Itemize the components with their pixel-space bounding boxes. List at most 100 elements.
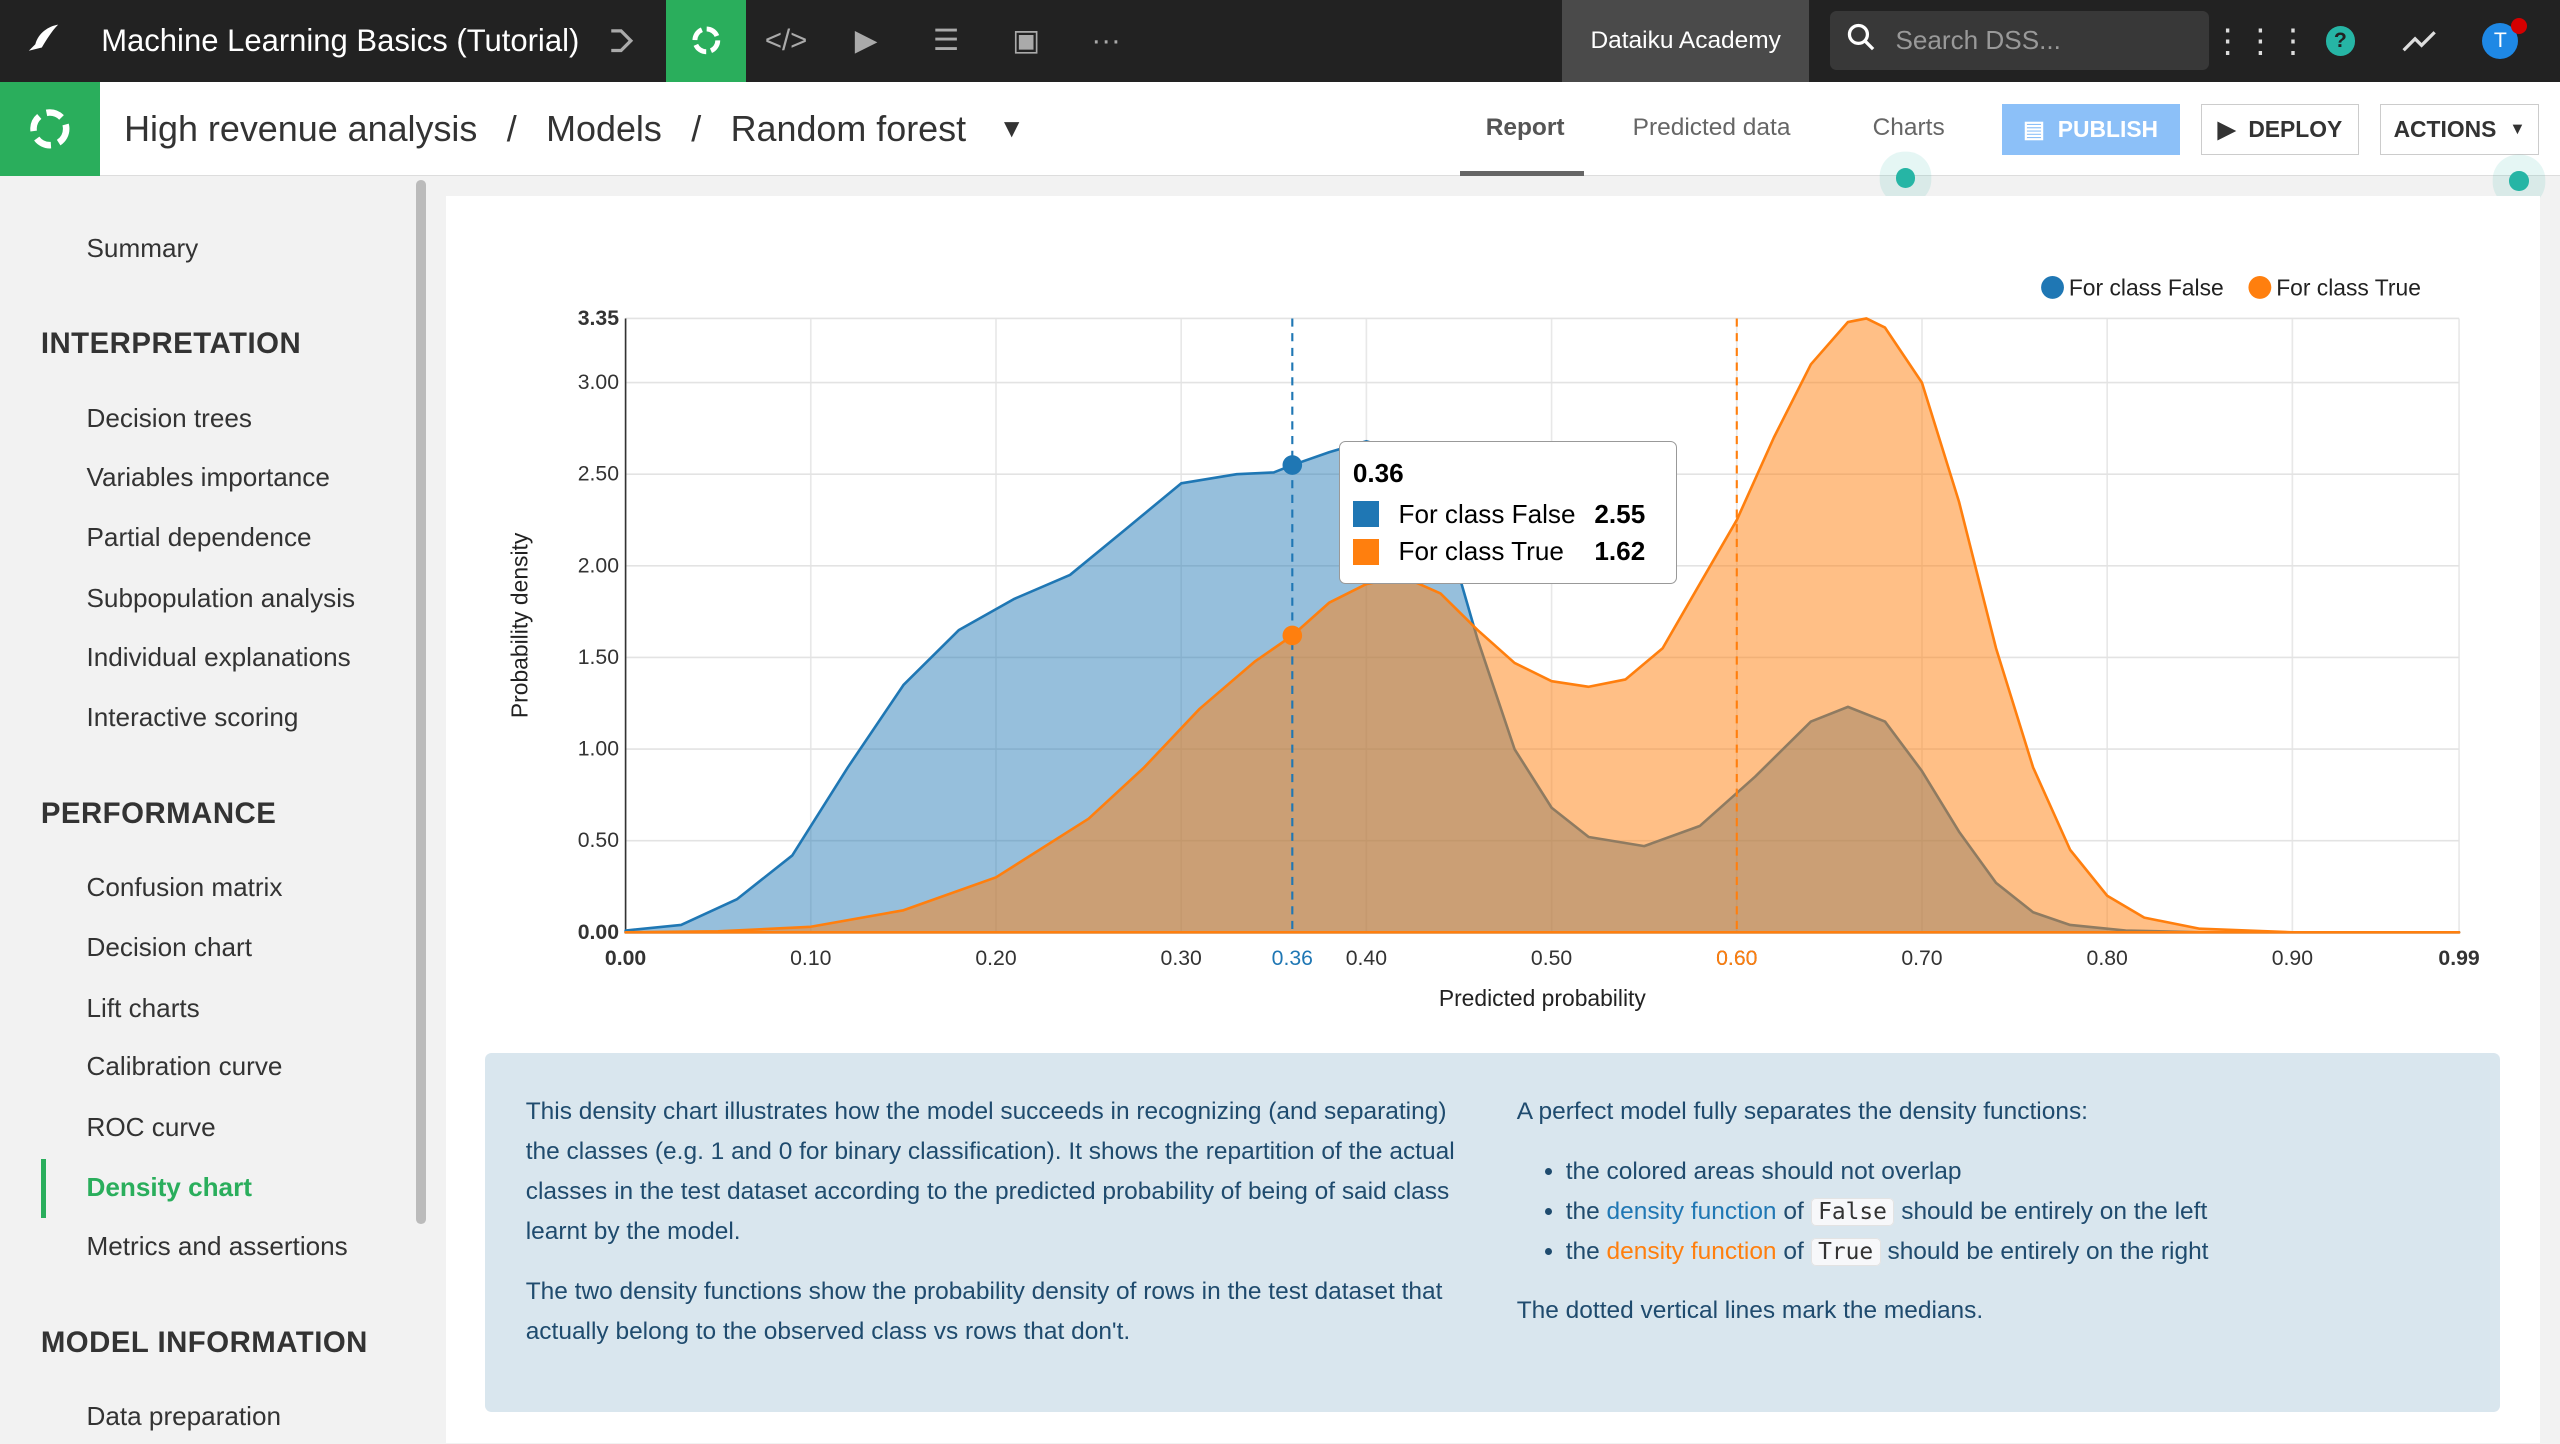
x-tick-label: 0.50 bbox=[1531, 947, 1572, 970]
breadcrumb-models[interactable]: Models bbox=[546, 108, 662, 150]
sidebar-item-data-preparation[interactable]: Data preparation bbox=[87, 1401, 282, 1432]
y-tick-label: 3.00 bbox=[577, 371, 618, 394]
dashboards-icon[interactable]: ☰ bbox=[906, 0, 986, 82]
tutorial-hotspot[interactable] bbox=[2509, 171, 2529, 191]
tab-predicted-data[interactable]: Predicted data bbox=[1633, 114, 1791, 142]
model-type-icon bbox=[0, 81, 100, 177]
sidebar-item-individual-explanations[interactable]: Individual explanations bbox=[87, 642, 351, 673]
deploy-button[interactable]: ▶ DEPLOY bbox=[2200, 104, 2360, 156]
chart-tooltip: 0.36 For class False 2.55 For class True… bbox=[1338, 440, 1677, 585]
top-navbar: Machine Learning Basics (Tutorial) </> ▶… bbox=[0, 0, 2560, 82]
active-tab-indicator bbox=[1459, 171, 1584, 177]
search-placeholder: Search DSS... bbox=[1895, 25, 2061, 56]
x-tick-label: 0.90 bbox=[2271, 947, 2312, 970]
x-tick-label: 0.30 bbox=[1160, 947, 1201, 970]
sidebar-section-model-information: MODEL INFORMATION bbox=[40, 1325, 368, 1359]
breadcrumb-model[interactable]: Random forest bbox=[731, 108, 967, 150]
explanation-left: This density chart illustrates how the m… bbox=[526, 1092, 1465, 1352]
user-avatar[interactable]: T bbox=[2460, 0, 2540, 82]
sidebar-item-density-chart[interactable]: Density chart bbox=[87, 1172, 252, 1203]
median-label: 0.36 bbox=[1271, 947, 1312, 970]
breadcrumb: High revenue analysis / Models / Random … bbox=[124, 108, 1024, 150]
deploy-label: DEPLOY bbox=[2248, 116, 2343, 143]
ml-lab-icon[interactable] bbox=[666, 0, 747, 82]
x-tick-label: 0.00 bbox=[605, 947, 646, 970]
sidebar-scrollbar[interactable] bbox=[416, 179, 427, 1225]
y-tick-label: 1.50 bbox=[577, 646, 618, 669]
x-tick-label: 0.99 bbox=[2438, 947, 2479, 970]
code-true: True bbox=[1810, 1237, 1881, 1266]
model-dropdown-caret-icon[interactable]: ▼ bbox=[999, 108, 1025, 150]
actions-button[interactable]: ACTIONS ▼ bbox=[2380, 104, 2539, 156]
sidebar-item-metrics-and-assertions[interactable]: Metrics and assertions bbox=[87, 1231, 348, 1262]
dashboard-publish-icon: ▤ bbox=[2023, 116, 2045, 143]
wiki-icon[interactable]: ▣ bbox=[986, 0, 1066, 82]
y-tick-label: 3.35 bbox=[577, 307, 618, 330]
play-icon: ▶ bbox=[2217, 116, 2236, 143]
project-title[interactable]: Machine Learning Basics (Tutorial) bbox=[101, 23, 579, 59]
density-chart: 0.00 0.10 0.20 0.30 0.40 0.50 0.60 0.70 0.80 0.90… bbox=[506, 274, 2479, 1011]
tooltip-x: 0.36 bbox=[1352, 458, 1404, 489]
sidebar-item-summary[interactable]: Summary bbox=[87, 233, 199, 264]
apps-grid-icon[interactable]: ⋮⋮⋮ bbox=[2211, 0, 2309, 82]
text: the bbox=[1565, 1237, 1600, 1265]
y-tick-label: 0.50 bbox=[577, 829, 618, 852]
x-tick-label: 0.70 bbox=[1901, 947, 1942, 970]
x-tick-label: 0.20 bbox=[975, 947, 1016, 970]
true-swatch bbox=[1352, 538, 1379, 565]
tab-report[interactable]: Report bbox=[1486, 114, 1565, 142]
legend-marker bbox=[2248, 275, 2272, 299]
code-icon[interactable]: </> bbox=[746, 0, 826, 82]
tutorial-hotspot[interactable] bbox=[1895, 168, 1916, 188]
explanation-outro: The dotted vertical lines mark the media… bbox=[1516, 1297, 1984, 1325]
sidebar-item-interactive-scoring[interactable]: Interactive scoring bbox=[87, 702, 299, 733]
sidebar-item-variables-importance[interactable]: Variables importance bbox=[87, 462, 330, 493]
dataiku-bird-logo-icon[interactable] bbox=[0, 0, 80, 82]
activity-trend-icon[interactable] bbox=[2380, 0, 2460, 82]
more-icon[interactable]: ··· bbox=[1066, 0, 1146, 82]
run-icon[interactable]: ▶ bbox=[826, 0, 906, 82]
bullet-false-left: the density function of False should be … bbox=[1566, 1192, 2464, 1232]
x-axis-label: Predicted probability bbox=[1439, 985, 1647, 1011]
sidebar-item-roc-curve[interactable]: ROC curve bbox=[87, 1112, 216, 1143]
text: should be entirely on the left bbox=[1901, 1197, 2208, 1225]
tooltip-value: 1.62 bbox=[1594, 536, 1646, 567]
text: should be entirely on the right bbox=[1887, 1237, 2209, 1265]
breadcrumb-analysis[interactable]: High revenue analysis bbox=[124, 108, 477, 150]
search-icon bbox=[1847, 23, 1876, 59]
dataiku-academy-link[interactable]: Dataiku Academy bbox=[1562, 0, 1809, 82]
x-tick-label: 0.80 bbox=[2086, 947, 2127, 970]
active-item-indicator bbox=[40, 1159, 46, 1218]
breadcrumb-separator: / bbox=[506, 107, 517, 149]
publish-button[interactable]: ▤ PUBLISH bbox=[2001, 104, 2180, 156]
legend-label: For class False bbox=[2069, 274, 2224, 300]
sidebar-item-calibration-curve[interactable]: Calibration curve bbox=[87, 1051, 283, 1082]
bullet-true-right: the density function of True should be e… bbox=[1566, 1232, 2464, 1272]
text: the bbox=[1565, 1197, 1600, 1225]
flow-icon[interactable] bbox=[584, 0, 664, 82]
legend-label: For class True bbox=[2276, 274, 2421, 300]
text: of bbox=[1783, 1197, 1804, 1225]
density-chart-explanation: This density chart illustrates how the m… bbox=[484, 1053, 2500, 1413]
notification-badge bbox=[2511, 17, 2528, 35]
search-input[interactable]: Search DSS... bbox=[1830, 11, 2209, 71]
caret-down-icon: ▼ bbox=[2509, 120, 2526, 139]
sidebar-item-subpopulation-analysis[interactable]: Subpopulation analysis bbox=[87, 583, 356, 614]
code-false: False bbox=[1810, 1197, 1895, 1226]
y-tick-label: 1.00 bbox=[577, 738, 618, 761]
help-icon[interactable]: ? bbox=[2300, 0, 2380, 82]
x-tick-label: 0.10 bbox=[790, 947, 831, 970]
explanation-paragraph: The two density functions show the proba… bbox=[525, 1277, 1443, 1345]
actions-label: ACTIONS bbox=[2393, 116, 2497, 143]
sidebar-section-performance: PERFORMANCE bbox=[40, 796, 277, 830]
x-tick-label: 0.40 bbox=[1345, 947, 1386, 970]
sidebar-item-decision-trees[interactable]: Decision trees bbox=[87, 403, 252, 434]
app-root: Machine Learning Basics (Tutorial) </> ▶… bbox=[0, 0, 2560, 1444]
sidebar-item-partial-dependence[interactable]: Partial dependence bbox=[87, 522, 312, 553]
sidebar-item-lift-charts[interactable]: Lift charts bbox=[87, 993, 200, 1024]
tab-charts[interactable]: Charts bbox=[1873, 114, 1945, 142]
hover-marker bbox=[1282, 625, 1302, 646]
sidebar-item-decision-chart[interactable]: Decision chart bbox=[87, 932, 252, 963]
false-swatch bbox=[1352, 501, 1379, 528]
sidebar-item-confusion-matrix[interactable]: Confusion matrix bbox=[87, 872, 283, 903]
